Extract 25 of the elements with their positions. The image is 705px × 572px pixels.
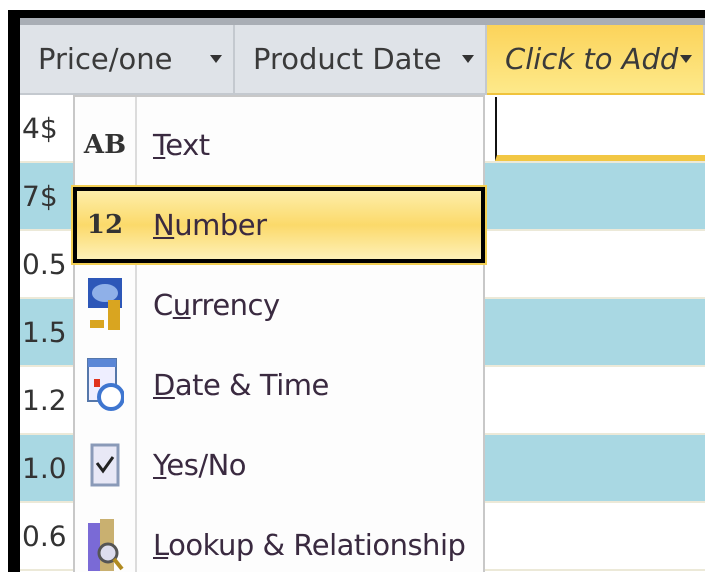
checkbox-icon — [90, 443, 120, 487]
dropdown-caret-icon[interactable] — [679, 54, 693, 64]
menu-item[interactable]: AB Text — [71, 105, 487, 185]
table-cell: 4$ — [22, 112, 58, 144]
table-cell: 1.0 — [22, 452, 67, 484]
menu-item[interactable]: 12 Number — [71, 185, 487, 265]
menu-item[interactable]: Yes/No — [71, 425, 487, 505]
menu-item[interactable]: Currency — [71, 265, 487, 345]
table-cell: 1.2 — [22, 384, 67, 416]
table-cell: 7$ — [22, 180, 58, 212]
table-cell: 0.6 — [22, 520, 67, 552]
column-header[interactable]: Click to Add — [487, 25, 705, 95]
column-header[interactable]: Product Date — [235, 25, 487, 95]
calendar-clock-icon — [86, 357, 124, 413]
type-glyph-icon: AB — [84, 130, 126, 160]
dropdown-caret-icon[interactable] — [209, 54, 223, 64]
type-glyph-icon: 12 — [86, 210, 124, 240]
table-cell: 1.5 — [22, 316, 67, 348]
table-cell: 0.5 — [22, 248, 67, 280]
input-field[interactable] — [495, 97, 705, 161]
menu-item[interactable]: Lookup & Relationship — [71, 505, 487, 572]
column-header[interactable]: Price/one — [20, 25, 235, 95]
lookup-icon — [86, 517, 124, 572]
menu-item[interactable]: Date & Time — [71, 345, 487, 425]
dropdown-caret-icon[interactable] — [461, 54, 475, 64]
